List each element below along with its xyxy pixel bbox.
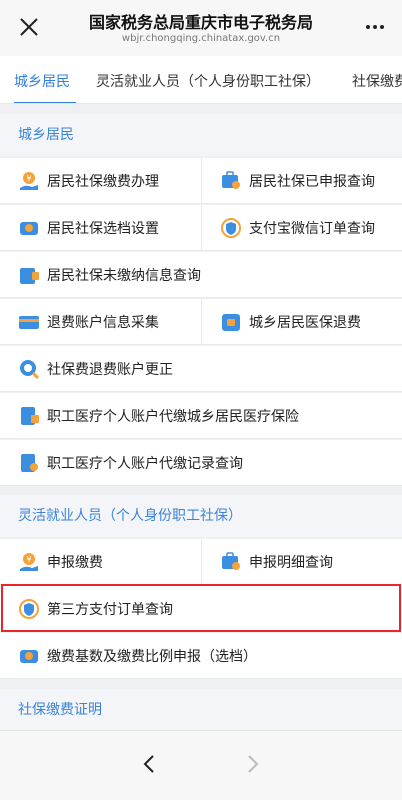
divider — [201, 299, 202, 345]
divider — [201, 539, 202, 585]
divider — [201, 158, 202, 204]
more-icon[interactable] — [364, 16, 386, 38]
tab-urban-rural-residents[interactable]: 城乡居民 — [14, 71, 70, 91]
menu-item-resident-payment[interactable]: ¥ 居民社保缴费办理 — [18, 158, 200, 204]
back-arrow-icon[interactable] — [138, 753, 160, 775]
shield-pay-icon — [221, 218, 241, 238]
card-icon — [19, 316, 39, 329]
magnifier-icon — [20, 360, 40, 380]
svg-text:¥: ¥ — [26, 555, 31, 564]
svg-text:¥: ¥ — [26, 174, 31, 183]
tab-flexible-employment[interactable]: 灵活就业人员（个人身份职工社保） — [96, 71, 320, 91]
active-tab-indicator — [14, 102, 76, 103]
menu-item-alipay-wechat-query[interactable]: 支付宝微信订单查询 — [220, 205, 402, 251]
list-row: ¥ 申报缴费 申报明细查询 — [0, 539, 402, 585]
list-row: 缴费基数及缴费比例申报（选档） — [0, 633, 402, 679]
page-url: wbjr.chongqing.chinatax.gov.cn — [121, 33, 281, 44]
hand-coin-icon: ¥ — [20, 172, 38, 190]
list-row: 居民社保选档设置 支付宝微信订单查询 — [0, 205, 402, 251]
document-search-icon — [21, 454, 38, 472]
folder-coin-icon — [20, 268, 39, 284]
list-row: 职工医疗个人账户代缴城乡居民医疗保险 — [0, 393, 402, 439]
list-row: 社保费退费账户更正 — [0, 346, 402, 392]
list-row: 居民社保未缴纳信息查询 — [0, 252, 402, 298]
menu-item-employee-account-pay-medical[interactable]: 职工医疗个人账户代缴城乡居民医疗保险 — [18, 393, 388, 439]
hand-coin-icon: ¥ — [20, 553, 38, 571]
menu-item-employee-account-pay-record[interactable]: 职工医疗个人账户代缴记录查询 — [18, 440, 388, 486]
menu-item-refund-account-collect[interactable]: 退费账户信息采集 — [18, 299, 200, 345]
menu-item-label: 申报明细查询 — [249, 555, 333, 571]
menu-item-resident-unpaid-query[interactable]: 居民社保未缴纳信息查询 — [18, 252, 388, 298]
wallet-icon — [20, 222, 38, 235]
highlight-box — [1, 584, 401, 632]
page-title: 国家税务总局重庆市电子税务局 — [88, 13, 313, 32]
bottom-nav-bar — [0, 730, 402, 800]
menu-item-declare-detail-query[interactable]: 申报明细查询 — [220, 539, 402, 585]
menu-item-label: 社保费退费账户更正 — [47, 362, 173, 378]
section-title-urban-rural: 城乡居民 — [0, 114, 402, 156]
refund-icon — [222, 314, 240, 331]
close-icon[interactable] — [16, 14, 42, 40]
wallet-icon — [20, 650, 38, 663]
section-title-flexible-employment: 灵活就业人员（个人身份职工社保） — [0, 495, 402, 537]
menu-item-label: 居民社保缴费办理 — [47, 174, 159, 190]
title-bar: 国家税务总局重庆市电子税务局 wbjr.chongqing.chinatax.g… — [0, 0, 402, 56]
list-row: 退费账户信息采集 城乡居民医保退费 — [0, 299, 402, 345]
menu-item-label: 居民社保已申报查询 — [249, 174, 375, 190]
briefcase-search-icon — [222, 171, 240, 189]
menu-item-label: 退费账户信息采集 — [47, 315, 159, 331]
menu-item-base-ratio-declare[interactable]: 缴费基数及缴费比例申报（选档） — [18, 633, 388, 679]
briefcase-search-icon — [222, 552, 240, 570]
menu-item-label: 居民社保选档设置 — [47, 221, 159, 237]
menu-item-label: 缴费基数及缴费比例申报（选档） — [47, 649, 257, 665]
list-row: ¥ 居民社保缴费办理 居民社保已申报查询 — [0, 158, 402, 204]
tab-social-security-payment[interactable]: 社保缴费 — [352, 71, 402, 91]
forward-arrow-icon[interactable] — [242, 753, 264, 775]
list-row: 职工医疗个人账户代缴记录查询 — [0, 440, 402, 486]
divider — [201, 205, 202, 251]
menu-item-resident-declared-query[interactable]: 居民社保已申报查询 — [220, 158, 402, 204]
document-icon — [21, 407, 39, 425]
menu-item-label: 申报缴费 — [47, 555, 103, 571]
section-title-payment-certificate: 社保缴费证明 — [0, 689, 402, 731]
menu-item-label: 职工医疗个人账户代缴记录查询 — [47, 456, 243, 472]
menu-item-medical-refund[interactable]: 城乡居民医保退费 — [220, 299, 402, 345]
menu-item-resident-tier-setting[interactable]: 居民社保选档设置 — [18, 205, 200, 251]
menu-item-label: 职工医疗个人账户代缴城乡居民医疗保险 — [47, 409, 299, 425]
menu-item-label: 居民社保未缴纳信息查询 — [47, 268, 201, 284]
menu-item-label: 支付宝微信订单查询 — [249, 221, 375, 237]
tab-bar: 城乡居民 灵活就业人员（个人身份职工社保） 社保缴费 — [0, 56, 402, 104]
menu-item-declare-payment[interactable]: ¥ 申报缴费 — [18, 539, 200, 585]
menu-item-refund-account-correct[interactable]: 社保费退费账户更正 — [18, 346, 388, 392]
menu-item-label: 城乡居民医保退费 — [249, 315, 361, 331]
